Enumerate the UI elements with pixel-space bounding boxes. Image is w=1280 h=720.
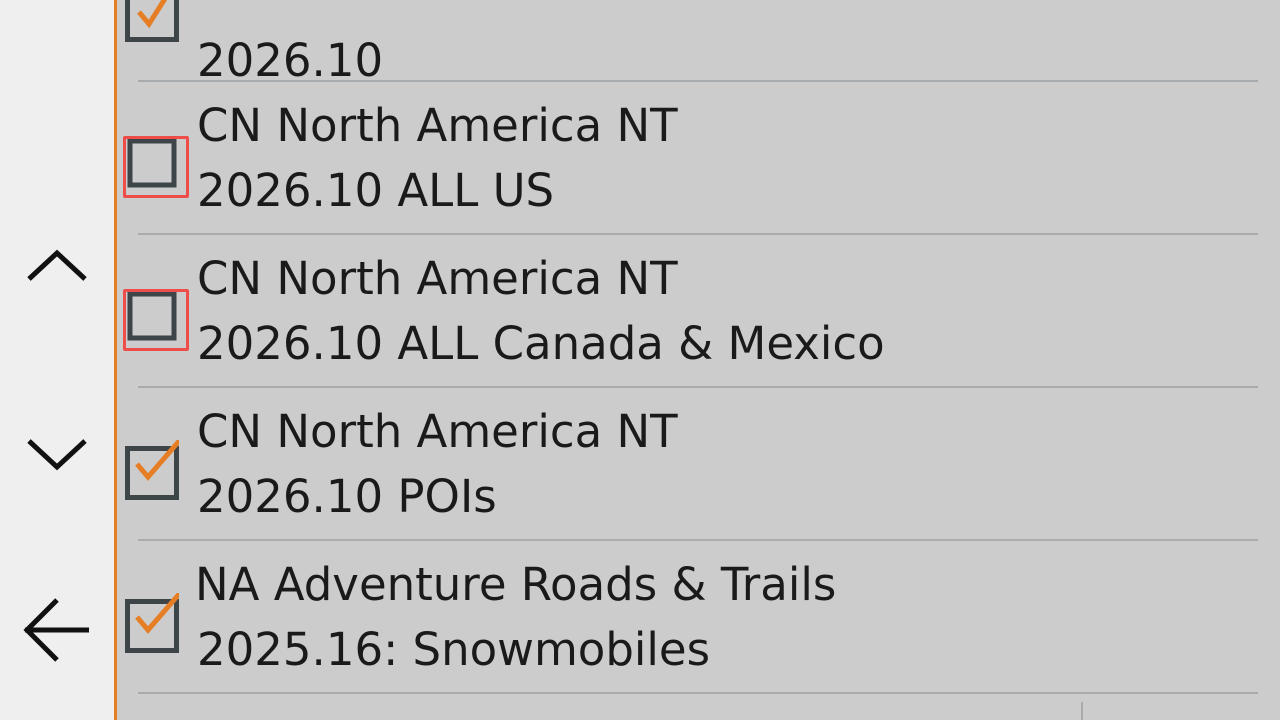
map-list: 2026.10 CN North America NT 2026.10 ALL … (117, 0, 1280, 720)
list-item-subtitle: 2026.10 ALL Canada & Mexico (197, 317, 885, 370)
list-item-subtitle: 2026.10 POIs (197, 470, 497, 523)
map-checkbox[interactable] (125, 0, 179, 42)
list-item-title: CN North America NT (197, 252, 678, 305)
checkbox-checked-icon (125, 0, 179, 42)
divider (138, 692, 1258, 694)
list-item[interactable]: CN North America NT 2026.10 ALL US (117, 82, 1280, 234)
list-item[interactable]: 2026.10 (117, 0, 1280, 83)
checkbox-checked-icon (125, 440, 179, 500)
list-item[interactable]: CN North America NT 2026.10 ALL Canada &… (117, 235, 1280, 387)
checkbox-unchecked-icon (127, 291, 177, 341)
back-button[interactable] (14, 590, 100, 670)
map-checkbox[interactable] (125, 440, 179, 500)
list-item-title (197, 0, 383, 38)
scroll-down-button[interactable] (14, 414, 100, 494)
list-item-title: NA Adventure Roads & Trails (195, 558, 837, 611)
list-item-label: NA Adventure Roads & Trails 2025.16: Sno… (195, 562, 836, 672)
checkbox-unchecked-icon (127, 138, 177, 188)
map-checkbox[interactable] (123, 289, 189, 351)
list-item-label: 2026.10 (197, 0, 383, 83)
arrow-left-icon (21, 594, 93, 666)
list-item[interactable]: NA Adventure Roads & Trails 2025.16: Sno… (117, 541, 1280, 693)
list-item-label: CN North America NT 2026.10 ALL US (197, 103, 678, 213)
list-item-label: CN North America NT 2026.10 POIs (197, 409, 678, 519)
chevron-down-icon (25, 434, 89, 474)
map-checkbox[interactable] (125, 593, 179, 653)
footer-separator (1081, 702, 1083, 720)
list-item-label: CN North America NT 2026.10 ALL Canada &… (197, 256, 885, 366)
list-item[interactable]: CN North America NT 2026.10 POIs (117, 388, 1280, 540)
scroll-up-button[interactable] (14, 226, 100, 306)
list-item-subtitle: 2026.10 (197, 34, 384, 87)
map-checkbox[interactable] (123, 136, 189, 198)
list-item-subtitle: 2025.16: Snowmobiles (197, 623, 711, 676)
list-item-title: CN North America NT (197, 405, 678, 458)
list-item-subtitle: 2026.10 ALL US (197, 164, 555, 217)
list-item-title: CN North America NT (197, 99, 678, 152)
chevron-up-icon (25, 246, 89, 286)
sidebar (0, 0, 114, 720)
checkbox-checked-icon (125, 593, 179, 653)
